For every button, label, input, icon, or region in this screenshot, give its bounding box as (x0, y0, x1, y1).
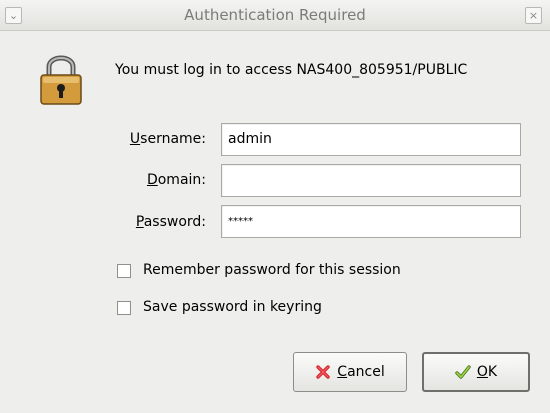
username-mnemonic: U (129, 131, 141, 147)
cancel-label: Cancel (337, 364, 384, 380)
remember-session-checkbox[interactable] (117, 264, 131, 278)
ok-label: OK (477, 364, 497, 380)
domain-mnemonic: D (146, 172, 158, 188)
save-keyring-checkbox[interactable] (117, 301, 131, 315)
save-keyring-label[interactable]: Save password in keyring (143, 299, 322, 315)
password-label: Password: (136, 214, 206, 230)
ok-button[interactable]: OK (422, 352, 530, 392)
username-label-text: sername: (140, 131, 206, 147)
checkmark-icon (455, 365, 471, 379)
password-field[interactable]: ***** (221, 205, 521, 238)
password-label-text: assword: (143, 214, 206, 230)
cancel-label-text: ancel (347, 364, 385, 380)
domain-label-text: omain: (157, 172, 206, 188)
username-field[interactable]: admin (221, 123, 521, 156)
title-bar: ⌄ Authentication Required × (0, 0, 550, 31)
username-label: Username: (130, 131, 206, 147)
cancel-mnemonic: C (337, 364, 348, 380)
window-title: Authentication Required (184, 6, 366, 24)
window-close-button[interactable]: × (525, 7, 542, 24)
close-icon: × (528, 9, 539, 22)
cancel-button[interactable]: Cancel (293, 352, 407, 392)
domain-label: Domain: (147, 172, 206, 188)
domain-field[interactable] (221, 164, 521, 197)
remember-session-label[interactable]: Remember password for this session (143, 262, 401, 278)
lock-icon (40, 55, 82, 105)
password-mnemonic: P (135, 214, 144, 230)
ok-label-text: K (487, 364, 498, 380)
auth-message: You must log in to access NAS400_805951/… (115, 62, 468, 78)
x-icon (316, 365, 330, 379)
ok-mnemonic: O (476, 364, 488, 380)
